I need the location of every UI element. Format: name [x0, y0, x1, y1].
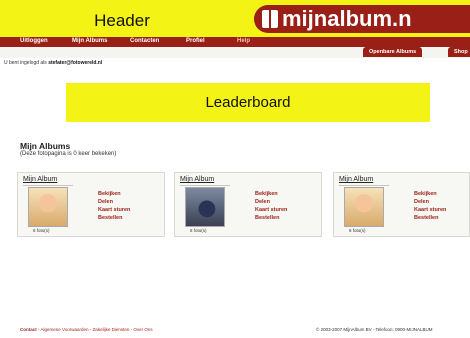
tab-shop[interactable]: Shop: [448, 47, 470, 57]
album-title-divider: [339, 185, 389, 186]
album-photo-count: 6 foto(s): [190, 228, 207, 233]
page-title: Mijn Albums: [20, 141, 71, 151]
send-card-link[interactable]: Kaart sturen: [414, 206, 446, 214]
share-link[interactable]: Delen: [414, 198, 446, 206]
footer-links: Contact - Algemene Voorwaarden - Zakelij…: [20, 327, 153, 332]
send-card-link[interactable]: Kaart sturen: [255, 206, 287, 214]
album-thumbnail[interactable]: [185, 187, 225, 227]
order-link[interactable]: Bestellen: [98, 214, 130, 222]
share-link[interactable]: Delen: [98, 198, 130, 206]
album-card: Mijn Album 6 foto(s) Bekijken Delen Kaar…: [333, 172, 470, 237]
album-photo-count: 6 foto(s): [349, 228, 366, 233]
album-thumbnail[interactable]: [344, 187, 384, 227]
login-status: U bent ingelogd als stefater@fotowereld.…: [4, 60, 102, 66]
send-card-link[interactable]: Kaart sturen: [98, 206, 130, 214]
order-link[interactable]: Bestellen: [414, 214, 446, 222]
album-title[interactable]: Mijn Album: [339, 176, 373, 183]
nav-item-mijn-albums[interactable]: Mijn Albums: [72, 38, 107, 44]
logo-text: mijnalbum.n: [282, 6, 412, 31]
page-subtitle: (Deze fotopagina is 0 keer bekeken): [20, 151, 117, 157]
album-card: Mijn Album 6 foto(s) Bekijken Delen Kaar…: [174, 172, 322, 237]
login-prefix: U bent ingelogd als: [4, 60, 47, 66]
album-title[interactable]: Mijn Album: [180, 176, 214, 183]
leaderboard-label: Leaderboard: [205, 94, 291, 111]
book-icon: [262, 10, 278, 28]
album-photo-count: 6 foto(s): [33, 228, 50, 233]
share-link[interactable]: Delen: [255, 198, 287, 206]
view-link[interactable]: Bekijken: [414, 190, 446, 198]
footer-link-business[interactable]: Zakelijke Diensten: [93, 327, 130, 332]
main-nav: Uitloggen Mijn Albums Contacten Profiel …: [0, 37, 470, 47]
nav-item-contacten[interactable]: Contacten: [130, 38, 159, 44]
album-thumbnail[interactable]: [28, 187, 68, 227]
album-title-divider: [23, 185, 73, 186]
footer-link-contact[interactable]: Contact: [20, 327, 37, 332]
album-title[interactable]: Mijn Album: [23, 176, 57, 183]
nav-item-profiel[interactable]: Profiel: [186, 38, 205, 44]
nav-item-help[interactable]: Help: [237, 38, 250, 44]
login-user[interactable]: stefater@fotowereld.nl: [48, 60, 102, 66]
mijnalbum-logo[interactable]: mijnalbum.n: [254, 5, 470, 33]
view-link[interactable]: Bekijken: [255, 190, 287, 198]
tab-openbare-albums[interactable]: Openbare Albums: [363, 47, 423, 57]
album-actions: Bekijken Delen Kaart sturen Bestellen: [255, 190, 287, 222]
sub-nav: Openbare Albums Shop: [0, 47, 470, 58]
header-label: Header: [94, 11, 150, 30]
album-card: Mijn Album 6 foto(s) Bekijken Delen Kaar…: [17, 172, 165, 237]
view-link[interactable]: Bekijken: [98, 190, 130, 198]
order-link[interactable]: Bestellen: [255, 214, 287, 222]
footer-link-about[interactable]: Over Ons: [133, 327, 152, 332]
album-title-divider: [180, 185, 230, 186]
footer-link-terms[interactable]: Algemene Voorwaarden: [41, 327, 89, 332]
nav-item-uitloggen[interactable]: Uitloggen: [20, 38, 48, 44]
album-actions: Bekijken Delen Kaart sturen Bestellen: [98, 190, 130, 222]
album-actions: Bekijken Delen Kaart sturen Bestellen: [414, 190, 446, 222]
footer-copyright: © 2003-2007 MijnAlbum BV - Telefoon: 090…: [316, 327, 433, 332]
